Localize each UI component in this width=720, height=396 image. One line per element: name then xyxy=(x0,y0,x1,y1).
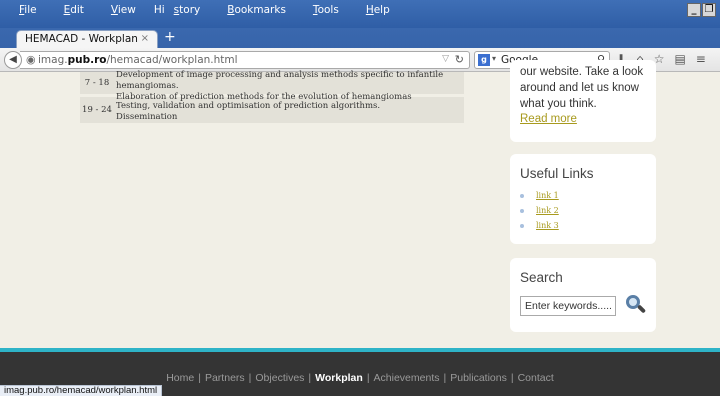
useful-links-title: Useful Links xyxy=(520,166,594,181)
search-button[interactable] xyxy=(624,295,647,317)
table-row: 19 - 24 Testing, validation and optimisa… xyxy=(80,97,464,126)
bullet-icon xyxy=(520,208,524,213)
menu-tools[interactable]: Tools xyxy=(304,4,348,16)
address-bar[interactable]: ◉ imag.pub.ro/hemacad/workplan.html ▽ ↻ xyxy=(20,51,470,69)
url-text[interactable]: imag.pub.ro/hemacad/workplan.html xyxy=(38,54,238,66)
menu-history[interactable]: Hi story xyxy=(154,4,209,16)
useful-links-list: link 1 link 2 link 3 xyxy=(520,191,646,230)
search-handle-icon xyxy=(636,304,647,314)
google-icon[interactable]: g xyxy=(478,54,490,66)
back-arrow-icon[interactable]: ◀ xyxy=(4,51,22,69)
about-box: our website. Take a look around and let … xyxy=(510,60,656,142)
bookmarks-list-icon[interactable]: ▤ xyxy=(674,52,685,66)
description-cell: Development of image processing and anal… xyxy=(116,70,444,102)
reload-icon[interactable]: ↻ xyxy=(455,53,464,66)
period-cell: 7 - 18 xyxy=(84,78,110,88)
minimize-icon[interactable]: _ xyxy=(687,3,701,17)
tab-strip: HEMACAD - Workplan × + xyxy=(0,28,720,48)
search-row xyxy=(520,295,647,317)
list-item: link 3 xyxy=(520,221,646,230)
footer-nav: Home | Partners | Objectives | Workplan | Achiev… xyxy=(0,372,720,384)
footer-link-publications[interactable]: Publications xyxy=(450,372,507,384)
menu-icon[interactable]: ≡ xyxy=(696,52,706,66)
menu-help[interactable]: Help xyxy=(357,4,399,16)
useful-link[interactable]: link 2 xyxy=(536,206,559,215)
history-dropdown-icon[interactable]: ▽ xyxy=(442,54,449,64)
footer-link-workplan[interactable]: Workplan xyxy=(315,372,363,384)
browser-tab[interactable]: HEMACAD - Workplan × xyxy=(16,30,158,48)
menu-file[interactable]: File xyxy=(10,4,46,16)
footer-separator: | xyxy=(510,372,514,384)
bullet-icon xyxy=(520,193,524,198)
footer-link-achievements[interactable]: Achievements xyxy=(374,372,440,384)
search-box: Search xyxy=(510,258,656,332)
useful-links-box: Useful Links link 1 link 2 link 3 xyxy=(510,154,656,244)
workplan-table: 7 - 18 Development of image processing a… xyxy=(80,70,464,126)
search-title: Search xyxy=(520,270,563,285)
read-more-link[interactable]: Read more xyxy=(520,113,577,125)
footer-link-partners[interactable]: Partners xyxy=(205,372,245,384)
window-controls: _ ❐ xyxy=(687,3,716,17)
about-text-line: our website. Take a look xyxy=(520,66,644,78)
footer-separator: | xyxy=(248,372,252,384)
footer-separator: | xyxy=(308,372,312,384)
description-cell: Testing, validation and optimisation of … xyxy=(116,101,381,122)
footer-separator: | xyxy=(366,372,370,384)
menu-bookmarks[interactable]: Bookmarks xyxy=(218,4,295,16)
restore-icon[interactable]: ❐ xyxy=(702,3,716,17)
menu-bar: File Edit View Hi story Bookmarks Tools H… xyxy=(0,0,720,16)
footer-separator: | xyxy=(198,372,201,384)
status-bar: imag.pub.ro/hemacad/workplan.html xyxy=(0,385,163,396)
footer-link-objectives[interactable]: Objectives xyxy=(255,372,304,384)
useful-link[interactable]: link 3 xyxy=(536,221,559,230)
search-input[interactable] xyxy=(520,296,616,316)
menu-view[interactable]: View xyxy=(102,4,145,16)
footer-link-contact[interactable]: Contact xyxy=(518,372,554,384)
about-text-line: what you think. xyxy=(520,98,597,110)
tab-title: HEMACAD - Workplan xyxy=(25,33,138,45)
globe-icon: ◉ xyxy=(26,53,36,66)
useful-link[interactable]: link 1 xyxy=(536,191,559,200)
period-cell: 19 - 24 xyxy=(82,105,112,115)
bullet-icon xyxy=(520,223,524,228)
new-tab-button[interactable]: + xyxy=(164,30,176,44)
window-titlebar: File Edit View Hi story Bookmarks Tools H… xyxy=(0,0,720,28)
table-row: 7 - 18 Development of image processing a… xyxy=(80,70,464,102)
footer-separator: | xyxy=(443,372,447,384)
engine-dropdown-icon[interactable]: ▾ xyxy=(492,54,496,63)
close-tab-icon[interactable]: × xyxy=(141,33,149,44)
menu-edit[interactable]: Edit xyxy=(55,4,93,16)
list-item: link 2 xyxy=(520,206,646,215)
footer-link-home[interactable]: Home xyxy=(166,372,194,384)
list-item: link 1 xyxy=(520,191,646,200)
about-text-line: around and let us know xyxy=(520,82,639,94)
